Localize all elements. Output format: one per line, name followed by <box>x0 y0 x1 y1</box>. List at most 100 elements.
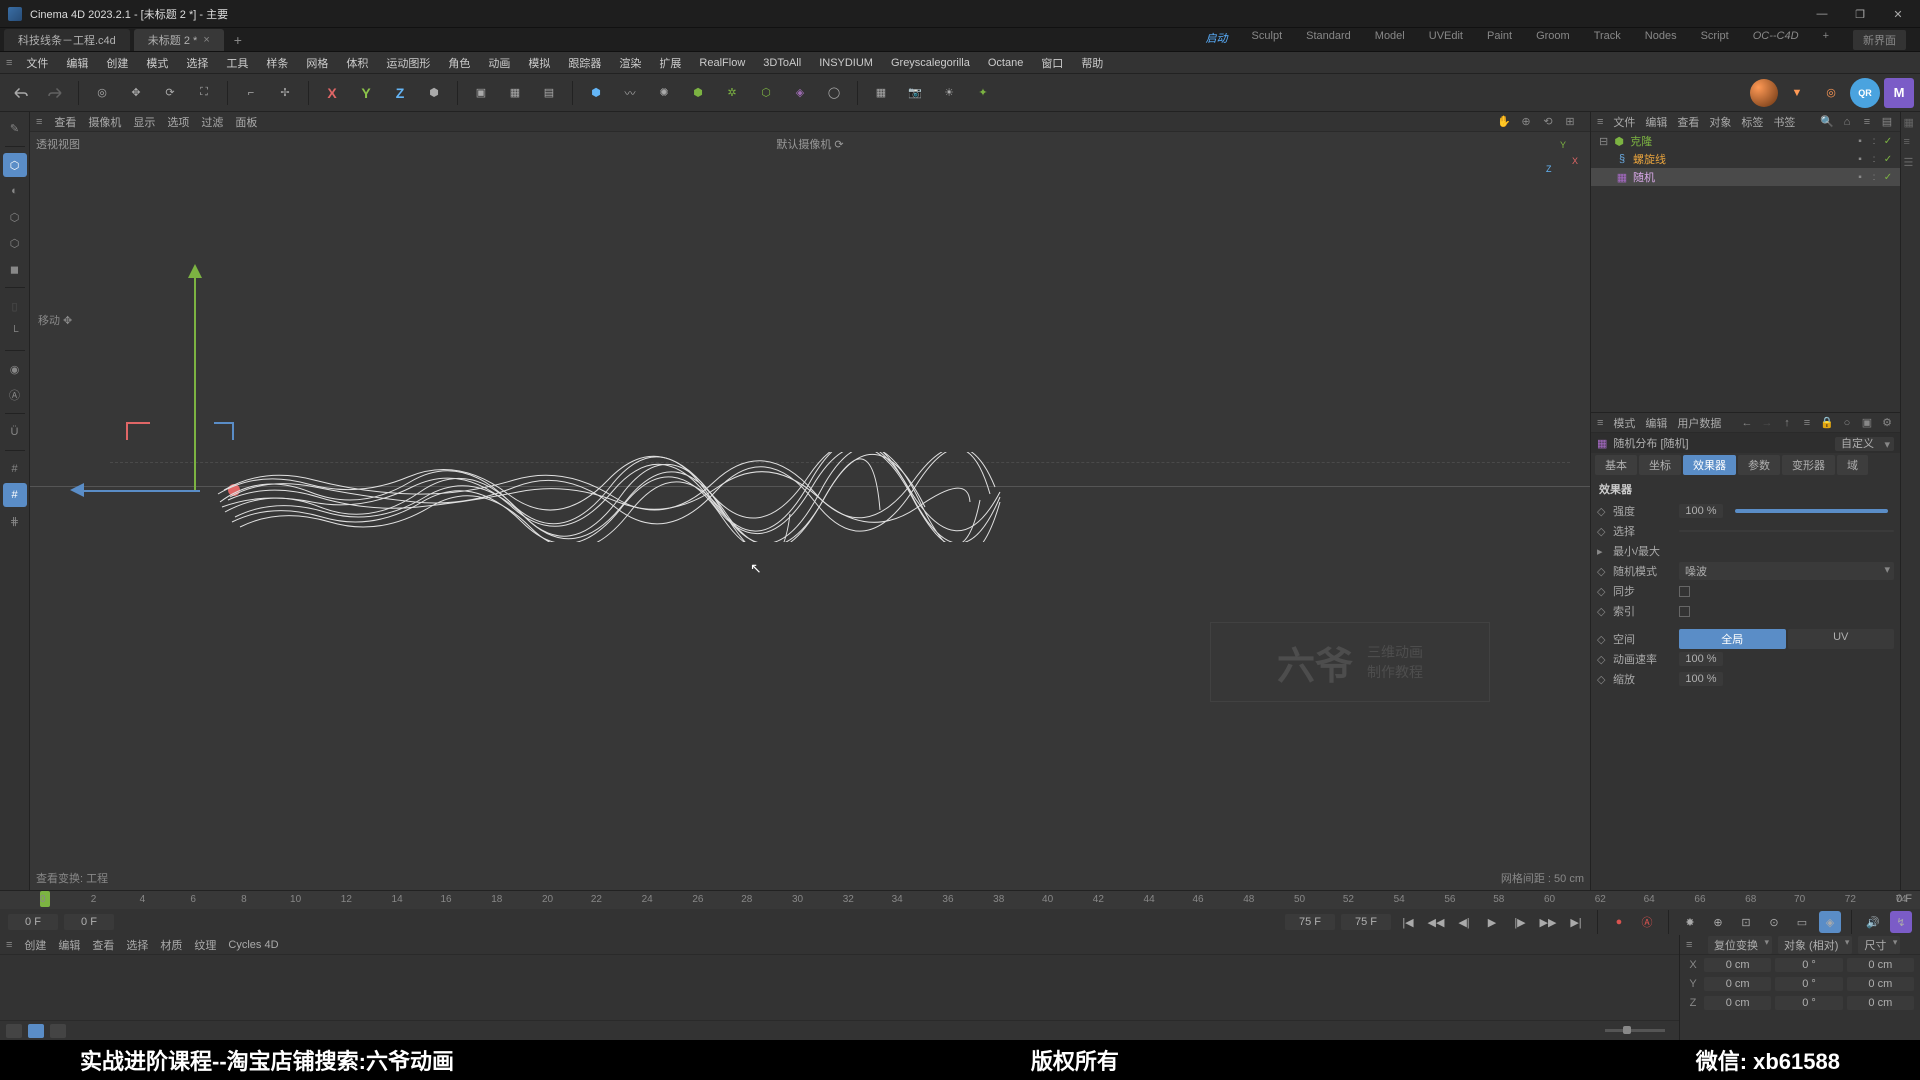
key-diamond-icon[interactable]: ◇ <box>1597 673 1607 686</box>
rot-x-input[interactable]: 0 ° <box>1775 958 1842 972</box>
move-tool-icon[interactable]: ✥ <box>121 78 151 108</box>
space-uv-button[interactable]: UV <box>1788 629 1895 649</box>
workplane-icon[interactable]: # <box>3 457 27 481</box>
viewport-camera-label[interactable]: 默认摄像机 ⟳ <box>776 136 843 152</box>
menu-insydium[interactable]: INSYDIUM <box>811 54 881 72</box>
vp-layout-icon[interactable]: ⊞ <box>1562 114 1578 130</box>
menu-help[interactable]: 帮助 <box>1073 52 1111 74</box>
mat-menu-material[interactable]: 材质 <box>160 937 182 953</box>
nav-levels-icon[interactable]: ≡ <box>1800 416 1814 430</box>
goto-end-button[interactable]: ▶| <box>1565 911 1587 933</box>
gear-icon[interactable]: ⚙ <box>1880 416 1894 430</box>
menu-select[interactable]: 选择 <box>178 52 216 74</box>
render-region-icon[interactable]: ▦ <box>500 78 530 108</box>
lock-y-button[interactable]: Y <box>351 78 381 108</box>
strength-slider[interactable] <box>1735 509 1888 513</box>
new-win-icon[interactable]: ▣ <box>1860 416 1874 430</box>
key-diamond-icon[interactable]: ◇ <box>1597 605 1607 618</box>
vp-menu-camera[interactable]: 摄像机 <box>88 114 121 130</box>
mat-menu-cycles4d[interactable]: Cycles 4D <box>228 939 278 951</box>
mat-zoom-slider[interactable] <box>1605 1029 1665 1032</box>
primitive-cube-icon[interactable]: ⬢ <box>581 78 611 108</box>
deformer-icon[interactable]: ◈ <box>785 78 815 108</box>
space-global-button[interactable]: 全局 <box>1679 629 1786 649</box>
start-frame2-input[interactable]: 0 F <box>64 914 114 930</box>
scale-input[interactable]: 100 % <box>1679 672 1723 686</box>
key-diamond-icon[interactable]: ◇ <box>1597 525 1607 538</box>
rotate-tool-icon[interactable]: ⟳ <box>155 78 185 108</box>
menu-window[interactable]: 窗口 <box>1033 52 1071 74</box>
menu-3dtoall[interactable]: 3DToAll <box>755 54 809 72</box>
menu-mograph[interactable]: 运动图形 <box>378 52 438 74</box>
coord-space-dropdown[interactable]: 对象 (相对) <box>1778 936 1852 954</box>
live-select-icon[interactable]: ◎ <box>87 78 117 108</box>
hamburger-icon[interactable]: ≡ <box>1597 417 1603 429</box>
cloner-icon[interactable]: ⬡ <box>751 78 781 108</box>
prev-key-button[interactable]: ◀◀ <box>1425 911 1447 933</box>
mat-menu-create[interactable]: 创建 <box>24 937 46 953</box>
menu-realflow[interactable]: RealFlow <box>691 54 753 72</box>
filter-icon[interactable]: ≡ <box>1860 115 1874 129</box>
workplane2-icon[interactable]: # <box>3 483 27 507</box>
expand-arrow-icon[interactable]: ▸ <box>1597 545 1607 558</box>
obj-menu-object[interactable]: 对象 <box>1709 114 1731 130</box>
tree-row-cloner[interactable]: ⊟ ⬢ 克隆 ▪:✓ <box>1591 132 1900 150</box>
lock-x-button[interactable]: X <box>317 78 347 108</box>
hamburger-icon[interactable]: ≡ <box>36 116 42 128</box>
light-icon[interactable]: ☀ <box>934 78 964 108</box>
attr-tab-params[interactable]: 参数 <box>1738 455 1780 475</box>
menu-tracker[interactable]: 跟踪器 <box>560 52 609 74</box>
viewport-3d[interactable]: 透视视图 默认摄像机 ⟳ 移动 ✥ Y X Z <box>30 132 1590 890</box>
hamburger-icon[interactable]: ≡ <box>6 57 12 69</box>
vp-pan-icon[interactable]: ✋ <box>1496 114 1512 130</box>
vis-dot-icon[interactable]: : <box>1868 135 1880 147</box>
prev-frame-button[interactable]: ◀| <box>1453 911 1475 933</box>
attr-row-minmax[interactable]: ▸ 最小/最大 <box>1591 541 1900 561</box>
mograph-icon[interactable]: ✲ <box>717 78 747 108</box>
coord-reset-dropdown[interactable]: 复位变换 <box>1708 936 1772 954</box>
tab-close-icon[interactable]: × <box>203 34 209 46</box>
snap-icon[interactable]: Ü <box>3 420 27 444</box>
obj-menu-file[interactable]: 文件 <box>1613 114 1635 130</box>
placement-icon[interactable]: ✢ <box>270 78 300 108</box>
pos-y-input[interactable]: 0 cm <box>1704 977 1771 991</box>
layout-add-button[interactable]: + <box>1823 30 1829 50</box>
poly-mode-icon[interactable]: ◼ <box>3 257 27 281</box>
menu-extensions[interactable]: 扩展 <box>651 52 689 74</box>
layout-paint[interactable]: Paint <box>1487 30 1512 50</box>
obj-menu-bookmarks[interactable]: 书签 <box>1773 114 1795 130</box>
model-mode-icon[interactable]: ⬡ <box>3 153 27 177</box>
quantize-icon[interactable]: ⋕ <box>3 509 27 533</box>
render-settings-icon[interactable]: ▤ <box>534 78 564 108</box>
maximize-button[interactable]: ❐ <box>1844 4 1876 24</box>
subdiv-icon[interactable]: ⬢ <box>683 78 713 108</box>
redo-button[interactable] <box>40 78 70 108</box>
attr-menu-userdata[interactable]: 用户数据 <box>1677 415 1721 431</box>
doc-tab[interactable]: 未标题 2 *× <box>134 29 224 51</box>
eye-icon[interactable]: ▤ <box>1880 115 1894 129</box>
generator-icon[interactable]: ✺ <box>649 78 679 108</box>
viewport-solo-icon[interactable]: ◉ <box>3 357 27 381</box>
layout-sculpt[interactable]: Sculpt <box>1252 30 1283 50</box>
attr-tab-coord[interactable]: 坐标 <box>1639 455 1681 475</box>
vp-menu-view[interactable]: 查看 <box>54 114 76 130</box>
sound-icon[interactable]: 🔊 <box>1862 911 1884 933</box>
vp-zoom-icon[interactable]: ⊕ <box>1518 114 1534 130</box>
field-icon[interactable]: ◯ <box>819 78 849 108</box>
home-icon[interactable]: ⌂ <box>1840 115 1854 129</box>
texture-mode-icon[interactable]: ◐ <box>3 179 27 203</box>
hamburger-icon[interactable]: ≡ <box>1597 116 1603 128</box>
attr-tab-falloff[interactable]: 域 <box>1837 455 1868 475</box>
key-options-icon[interactable]: ✸ <box>1679 911 1701 933</box>
layout-uvedit[interactable]: UVEdit <box>1429 30 1463 50</box>
vp-menu-panel[interactable]: 面板 <box>235 114 257 130</box>
undo-button[interactable] <box>6 78 36 108</box>
rot-y-input[interactable]: 0 ° <box>1775 977 1842 991</box>
key-pla-icon[interactable]: ◈ <box>1819 911 1841 933</box>
xray-icon[interactable]: Ⓐ <box>3 383 27 407</box>
menu-simulate[interactable]: 模拟 <box>520 52 558 74</box>
doc-tab[interactable]: 科技线条－工程.c4d <box>4 29 130 51</box>
size-z-input[interactable]: 0 cm <box>1847 996 1914 1010</box>
next-key-button[interactable]: ▶▶ <box>1537 911 1559 933</box>
playback-mode-icon[interactable]: ↯ <box>1890 911 1912 933</box>
